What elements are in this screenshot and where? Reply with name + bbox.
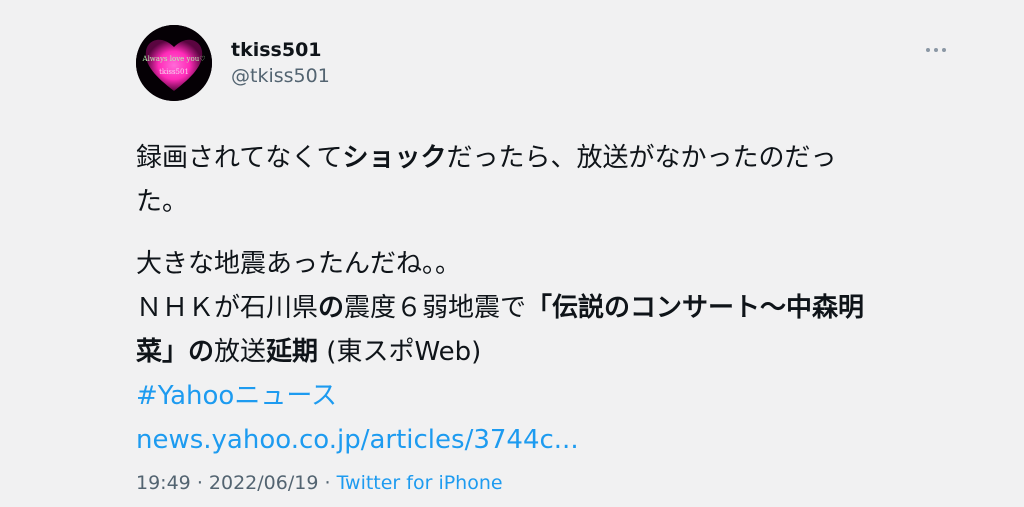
more-dots-icon[interactable] [926,46,952,54]
text-segment-bold: 「伝説のコンサート～中森明 [526,293,865,323]
tweet-date[interactable]: 2022/06/19 [209,472,319,494]
avatar-caption: Always love you♡ [142,55,206,63]
text-segment: 録画されてなくて [136,143,343,173]
tweet-meta: 19:49 · 2022/06/19 · Twitter for iPhone [136,472,503,494]
text-segment: 放送 [214,337,267,367]
tweet-paragraph: 大きな地震あったんだね。。 ＮＨＫが石川県の震度６弱地震で「伝説のコンサート～中… [136,242,956,462]
tweet-text: 録画されてなくてショックだったら、放送がなかったのだっ た。 大きな地震あったん… [136,136,956,462]
article-link[interactable]: news.yahoo.co.jp/articles/3744c... [136,425,579,455]
meta-separator: · [324,472,331,494]
text-segment: た。 [136,187,189,217]
text-segment: ＮＨＫが石川県 [136,293,319,323]
text-segment-bold: ショック [342,143,447,173]
text-segment-bold: の [318,293,345,323]
user-handle[interactable]: @tkiss501 [231,65,330,87]
text-segment-bold: 菜」の [136,337,215,367]
tweet-source-link[interactable]: Twitter for iPhone [337,472,503,494]
avatar-caption-name: tkiss501 [159,68,189,76]
tweet-paragraph: 録画されてなくてショックだったら、放送がなかったのだっ た。 [136,136,956,224]
user-display-name[interactable]: tkiss501 [231,39,322,61]
text-segment: 大きな地震あったんだね。。 [136,249,462,279]
tweet-time[interactable]: 19:49 [136,472,191,494]
hashtag-link[interactable]: #Yahooニュース [136,381,337,411]
heart-icon [136,25,212,101]
text-segment: だったら、放送がなかったのだっ [446,143,837,173]
text-segment: 震度６弱地震で [344,293,527,323]
avatar[interactable]: Always love you♡ tkiss501 [136,25,212,101]
meta-separator: · [196,472,203,494]
tweet-card: Always love you♡ tkiss501 tkiss501 @tkis… [0,0,1024,507]
text-segment-bold: 延期 [266,337,319,367]
text-segment: (東スポWeb) [318,337,482,367]
